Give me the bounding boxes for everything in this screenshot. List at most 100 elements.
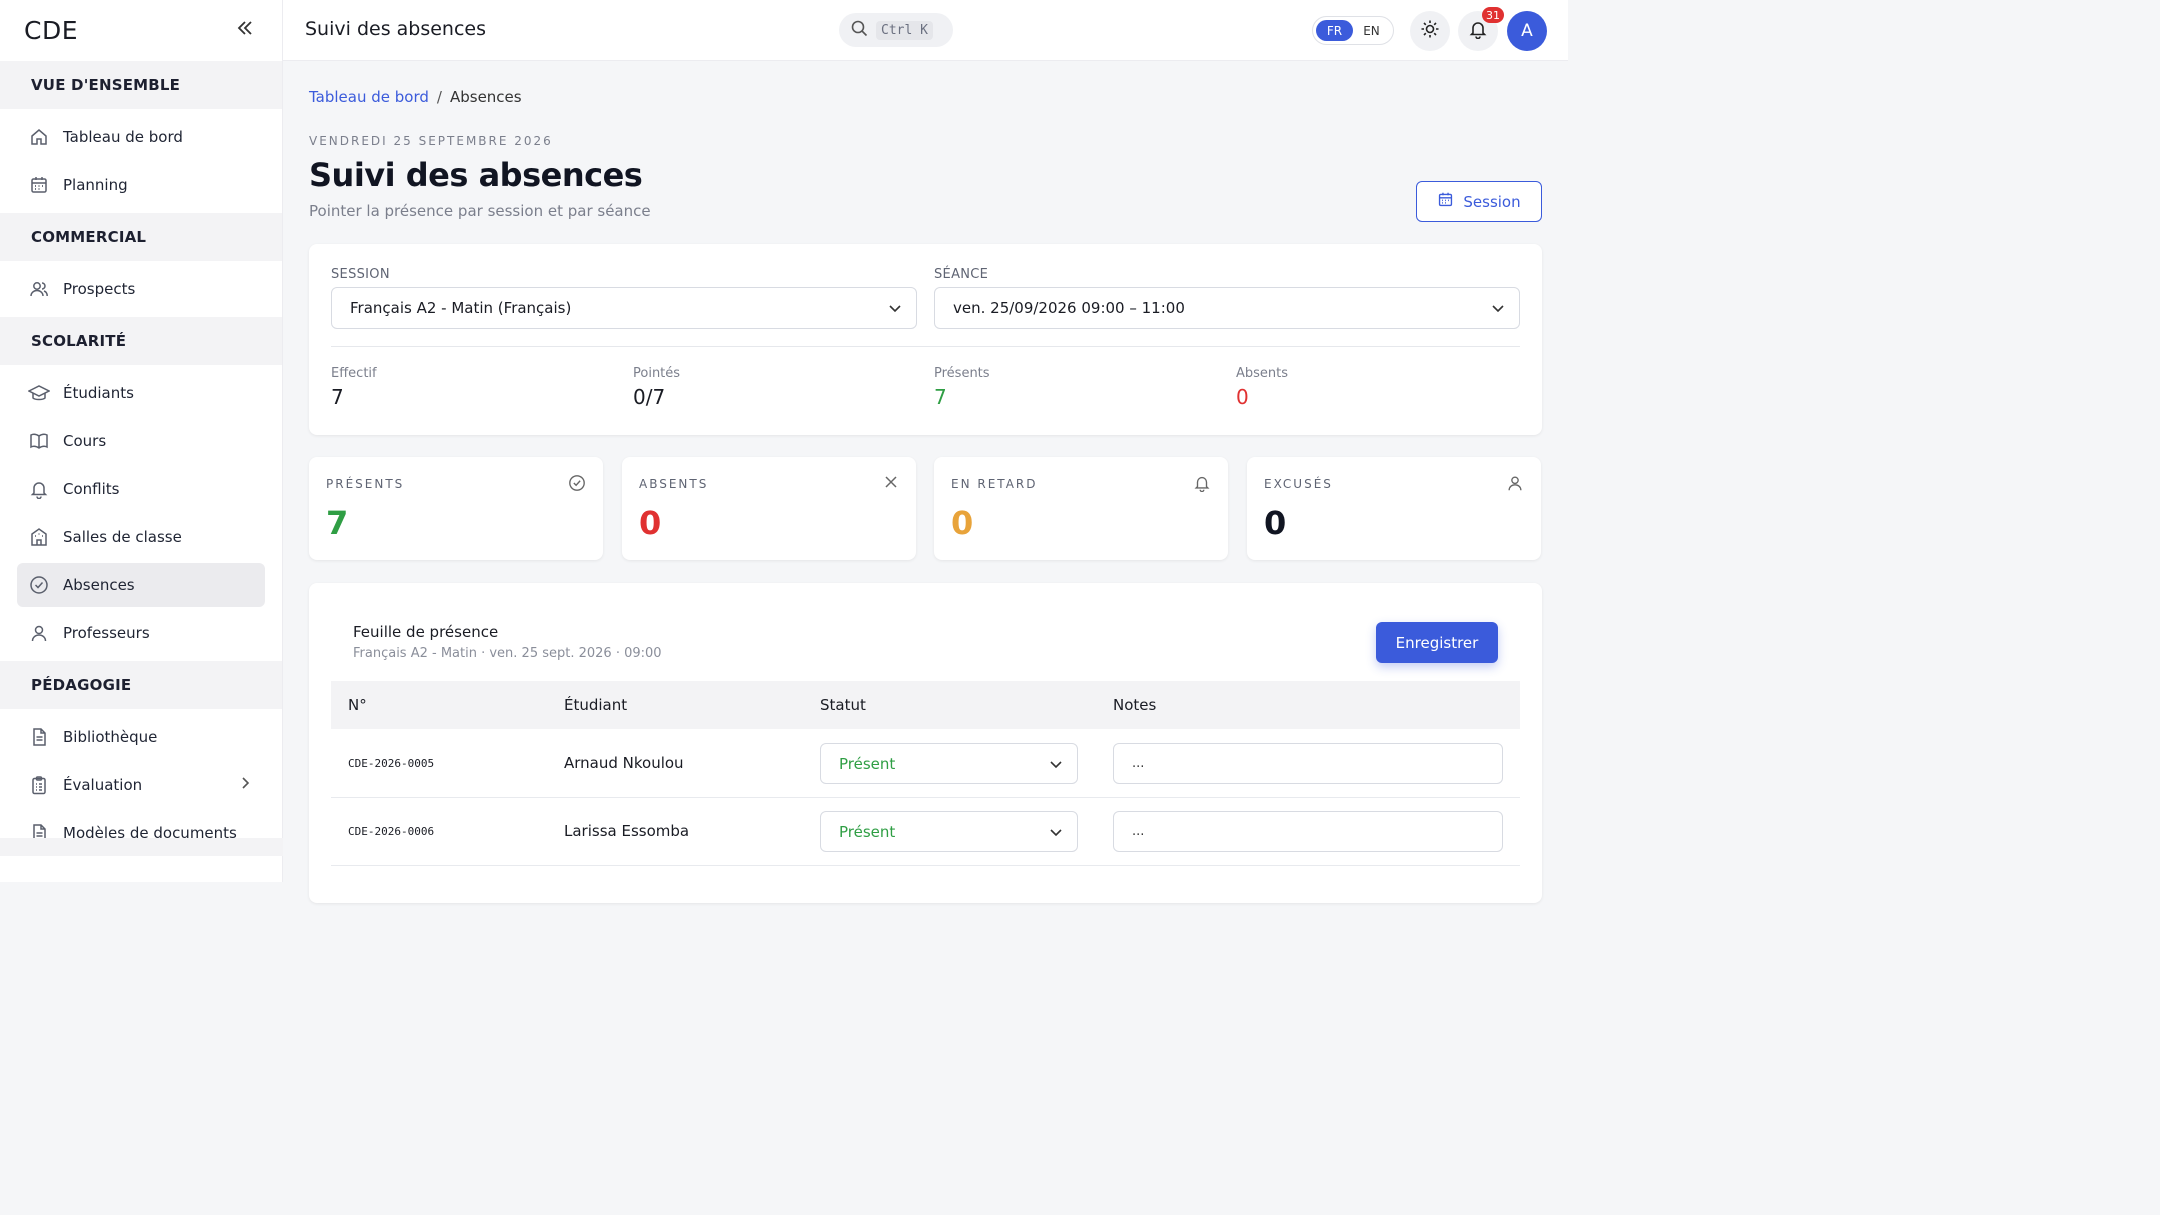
book-icon: [28, 430, 50, 452]
sidebar-item-professeurs[interactable]: Professeurs: [0, 609, 282, 657]
sidebar-item-evaluation[interactable]: Évaluation: [0, 761, 282, 809]
stat-label: Absents: [1236, 366, 1289, 381]
sidebar-item-label: Tableau de bord: [63, 128, 183, 146]
sidebar-section-scolarite: SCOLARITÉ: [0, 317, 282, 365]
sidebar-item-planning[interactable]: Planning: [0, 161, 282, 209]
sidebar-item-absences[interactable]: Absences: [17, 563, 265, 607]
kpi-label: EN RETARD: [951, 477, 1038, 491]
sidebar-item-label: Prospects: [63, 280, 136, 298]
column-header-status: Statut: [820, 696, 866, 714]
building-icon: [28, 526, 50, 548]
stat-label: Présents: [934, 366, 990, 381]
filters-card: SESSION Français A2 - Matin (Français) S…: [309, 244, 1542, 435]
sidebar: CDE VUE D'ENSEMBLE Tableau de bord Plann…: [0, 0, 283, 882]
page-subtitle: Pointer la présence par session et par s…: [309, 202, 651, 220]
check-circle-icon: [568, 474, 586, 496]
seance-field-label: SÉANCE: [934, 267, 989, 282]
users-icon: [28, 278, 50, 300]
avatar[interactable]: A: [1507, 11, 1547, 51]
breadcrumb-current: Absences: [449, 88, 522, 106]
kpi-card-excuses: EXCUSÉS 0: [1247, 457, 1541, 560]
stat-label: Effectif: [331, 366, 377, 381]
save-button[interactable]: Enregistrer: [1376, 622, 1498, 663]
attendance-sheet-card: Feuille de présence Français A2 - Matin …: [309, 583, 1542, 903]
sidebar-section-commercial: COMMERCIAL: [0, 213, 282, 261]
topbar: Suivi des absences Ctrl K FR EN 31 A: [283, 0, 1568, 61]
session-button[interactable]: Session: [1416, 181, 1542, 222]
collapse-sidebar-icon[interactable]: [236, 18, 254, 43]
filters-divider: [331, 346, 1520, 347]
chevron-down-icon: [1049, 757, 1063, 775]
sidebar-item-cours[interactable]: Cours: [0, 417, 282, 465]
column-header-num: N°: [348, 696, 367, 714]
brand-bar: CDE: [0, 0, 282, 61]
lang-fr-option[interactable]: FR: [1316, 20, 1353, 41]
kpi-value: 0: [1264, 504, 1287, 542]
clipboard-icon: [28, 774, 50, 796]
sidebar-item-dashboard[interactable]: Tableau de bord: [0, 113, 282, 161]
session-select[interactable]: Français A2 - Matin (Français): [331, 287, 917, 329]
sidebar-item-salles[interactable]: Salles de classe: [0, 513, 282, 561]
lang-en-option[interactable]: EN: [1353, 20, 1390, 41]
table-row: CDE-2026-0005 Arnaud Nkoulou Présent ...: [331, 730, 1520, 798]
notes-input[interactable]: ...: [1113, 743, 1503, 784]
status-select-value: Présent: [839, 754, 896, 773]
table-header: N° Étudiant Statut Notes: [331, 681, 1520, 729]
notes-input[interactable]: ...: [1113, 811, 1503, 852]
stat-effectif: Effectif 7: [331, 366, 377, 409]
sidebar-item-label: Salles de classe: [63, 528, 182, 546]
chevron-down-icon: [888, 301, 902, 319]
search-icon: [851, 20, 868, 41]
seance-select[interactable]: ven. 25/09/2026 09:00 – 11:00: [934, 287, 1520, 329]
chevron-right-icon: [240, 776, 250, 794]
column-header-notes: Notes: [1113, 696, 1157, 714]
table-row: CDE-2026-0006 Larissa Essomba Présent ..…: [331, 798, 1520, 866]
session-button-label: Session: [1463, 192, 1521, 211]
kpi-value: 0: [951, 504, 974, 542]
kpi-card-absents: ABSENTS 0: [622, 457, 916, 560]
search-button[interactable]: Ctrl K: [839, 13, 953, 47]
sidebar-item-label: Bibliothèque: [63, 728, 158, 746]
kpi-value: 0: [639, 504, 662, 542]
bell-icon: [28, 478, 50, 500]
stat-pointes: Pointés 0/7: [633, 366, 680, 409]
sidebar-item-bibliotheque[interactable]: Bibliothèque: [0, 713, 282, 761]
sun-icon: [1420, 19, 1440, 43]
sidebar-item-label: Conflits: [63, 480, 120, 498]
breadcrumb-separator: /: [436, 88, 442, 106]
user-icon: [1506, 474, 1524, 496]
stat-value: 7: [331, 385, 344, 409]
sidebar-item-conflits[interactable]: Conflits: [0, 465, 282, 513]
stat-value: 7: [934, 385, 947, 409]
status-select-value: Présent: [839, 822, 896, 841]
student-number: CDE-2026-0006: [348, 825, 435, 838]
chevron-down-icon: [1491, 301, 1505, 319]
column-header-student: Étudiant: [564, 696, 628, 714]
page-title: Suivi des absences: [309, 156, 643, 194]
breadcrumb-home-link[interactable]: Tableau de bord: [309, 88, 429, 106]
student-name: Larissa Essomba: [564, 822, 690, 840]
sidebar-section-overview: VUE D'ENSEMBLE: [0, 61, 282, 109]
kpi-card-presents: PRÉSENTS 7: [309, 457, 603, 560]
close-icon: [883, 474, 899, 494]
theme-toggle-button[interactable]: [1410, 11, 1450, 51]
stat-value: 0: [1236, 385, 1249, 409]
chevron-down-icon: [1049, 825, 1063, 843]
notifications-button[interactable]: 31: [1458, 7, 1504, 51]
sidebar-item-prospects[interactable]: Prospects: [0, 265, 282, 313]
breadcrumb: Tableau de bord / Absences: [309, 88, 522, 106]
brand-logo: CDE: [24, 16, 79, 45]
sidebar-item-label: Planning: [63, 176, 128, 194]
page-header-title: Suivi des absences: [305, 18, 487, 40]
status-select[interactable]: Présent: [820, 811, 1078, 852]
document-icon: [28, 726, 50, 748]
language-switch[interactable]: FR EN: [1312, 16, 1394, 45]
calendar-icon: [1437, 191, 1463, 212]
status-select[interactable]: Présent: [820, 743, 1078, 784]
kpi-label: EXCUSÉS: [1264, 477, 1333, 491]
sheet-subtitle: Français A2 - Matin · ven. 25 sept. 2026…: [353, 646, 662, 661]
sidebar-item-etudiants[interactable]: Étudiants: [0, 369, 282, 417]
session-field-label: SESSION: [331, 267, 390, 282]
kpi-value: 7: [326, 504, 349, 542]
sidebar-item-label: Cours: [63, 432, 107, 450]
